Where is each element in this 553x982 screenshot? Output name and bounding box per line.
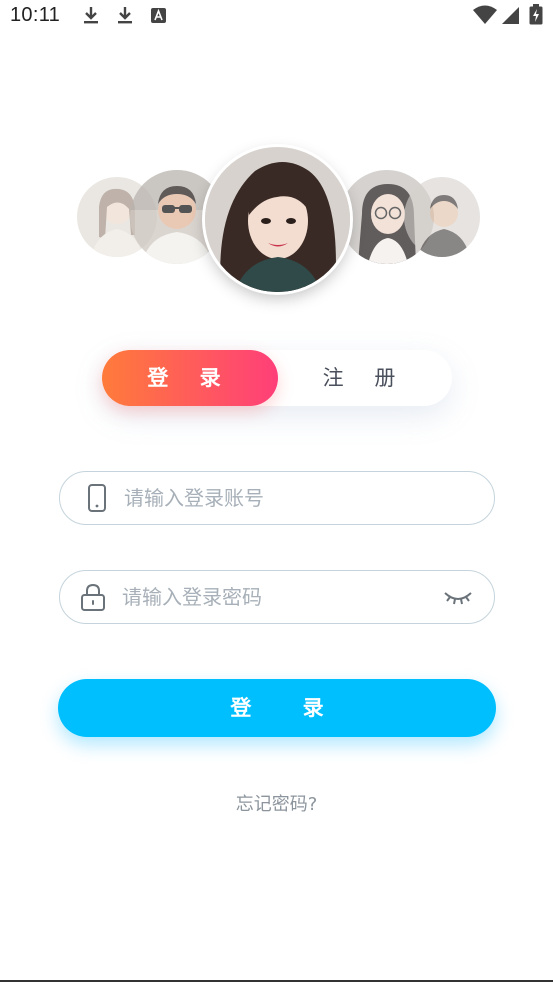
eye-closed-icon[interactable] [442,585,474,609]
password-input[interactable] [122,571,432,622]
account-input[interactable] [124,472,464,523]
status-bar: 10:11 [0,0,553,34]
status-time: 10:11 [10,4,61,26]
password-field[interactable] [59,570,495,624]
download-icon [114,4,136,26]
avatar-man-right [404,177,480,257]
phone-icon [82,483,112,513]
battery-charging-icon [528,4,544,26]
wifi-icon [472,4,498,26]
text-a-icon [148,4,170,26]
download-icon [80,4,102,26]
login-button[interactable]: 登 录 [58,679,496,737]
account-field[interactable] [59,471,495,525]
tab-login[interactable]: 登 录 [102,350,278,406]
auth-tab-switch: 登 录 注 册 [102,350,452,406]
signal-icon [500,4,522,26]
lock-icon [78,582,108,612]
forgot-password-link[interactable]: 忘记密码? [0,790,553,816]
avatar-woman-center [205,147,350,292]
tab-register[interactable]: 注 册 [278,350,452,406]
